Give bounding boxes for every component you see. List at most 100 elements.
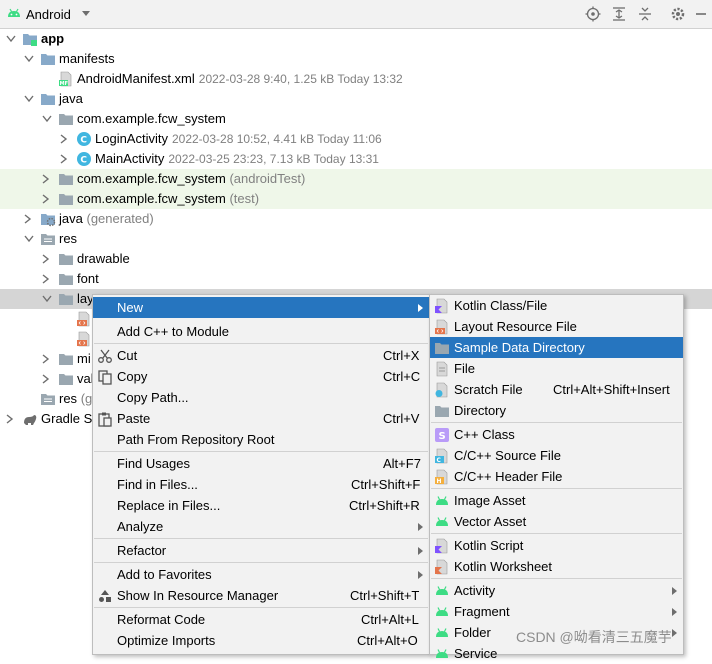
- menu-item-scratch-file[interactable]: Scratch File Ctrl+Alt+Shift+Insert: [430, 379, 683, 400]
- menu-item-directory[interactable]: Directory: [430, 400, 683, 421]
- chevron-right-icon[interactable]: [42, 254, 50, 264]
- chevron-right-icon[interactable]: [42, 374, 50, 384]
- tree-hint: (test): [229, 191, 260, 206]
- menu-item-show-in-resource-manager[interactable]: Show In Resource Manager Ctrl+Shift+T: [93, 585, 429, 606]
- menu-item-layout-resource-file[interactable]: Layout Resource File: [430, 316, 683, 337]
- chevron-right-icon[interactable]: [24, 214, 32, 224]
- submenu-arrow-icon: [418, 523, 423, 531]
- tree-item-java[interactable]: java: [0, 89, 712, 109]
- layout-file-icon: [435, 319, 448, 335]
- chevron-right-icon[interactable]: [42, 274, 50, 284]
- menu-item-kotlin-class-file[interactable]: Kotlin Class/File: [430, 295, 683, 316]
- manifest-file-icon: MF: [59, 71, 72, 87]
- chevron-right-icon[interactable]: [42, 174, 50, 184]
- menu-item-refactor[interactable]: Refactor: [93, 540, 429, 561]
- chevron-right-icon[interactable]: [60, 154, 68, 164]
- menu-item-file[interactable]: File: [430, 358, 683, 379]
- tree-item-manifests[interactable]: manifests: [0, 49, 712, 69]
- tree-item-android-manifest[interactable]: MF AndroidManifest.xml 2022-03-28 9:40, 1…: [0, 69, 712, 89]
- menu-item-find-usages[interactable]: Find Usages Alt+F7: [93, 453, 429, 474]
- hide-icon[interactable]: [693, 6, 709, 22]
- menu-item-analyze[interactable]: Analyze: [93, 516, 429, 537]
- tree-item-package-android-test[interactable]: com.example.fcw_system (androidTest): [0, 169, 712, 189]
- menu-item-sample-data-directory[interactable]: Sample Data Directory: [430, 337, 683, 358]
- tree-hint: (generated): [86, 211, 154, 226]
- menu-item-new[interactable]: New: [93, 297, 429, 318]
- menu-item-find-in-files[interactable]: Find in Files... Ctrl+Shift+F: [93, 474, 429, 495]
- chevron-down-icon[interactable]: [42, 115, 52, 123]
- tree-label: MainActivity 2022-03-25 23:23, 7.13 kB To…: [95, 151, 379, 166]
- submenu-arrow-icon: [418, 304, 423, 312]
- tree-item-drawable[interactable]: drawable: [0, 249, 712, 269]
- chevron-down-icon[interactable]: [24, 235, 34, 243]
- tree-item-package-test[interactable]: com.example.fcw_system (test): [0, 189, 712, 209]
- chevron-right-icon[interactable]: [60, 134, 68, 144]
- tree-item-java-generated[interactable]: java (generated): [0, 209, 712, 229]
- android-icon: [436, 586, 448, 595]
- chevron-down-icon[interactable]: [6, 35, 16, 43]
- chevron-down-icon[interactable]: [81, 10, 91, 18]
- tree-item-login-activity[interactable]: C LoginActivity 2022-03-28 10:52, 4.41 kB…: [0, 129, 712, 149]
- menu-item-paste[interactable]: Paste Ctrl+V: [93, 408, 429, 429]
- menu-item-copy[interactable]: Copy Ctrl+C: [93, 366, 429, 387]
- menu-item-kotlin-worksheet[interactable]: Kotlin Worksheet: [430, 556, 683, 577]
- tree-label: res: [59, 231, 78, 246]
- expand-all-icon[interactable]: [611, 6, 627, 22]
- menu-item-cpp-class[interactable]: S C++ Class: [430, 424, 683, 445]
- menu-item-cpp-source-file[interactable]: C C/C++ Source File: [430, 445, 683, 466]
- chevron-down-icon[interactable]: [24, 95, 34, 103]
- menu-item-activity[interactable]: Activity: [430, 580, 683, 601]
- android-icon: [436, 496, 448, 505]
- generated-folder-icon: [41, 214, 56, 227]
- menu-item-path-from-repo[interactable]: Path From Repository Root: [93, 429, 429, 450]
- folder-icon: [59, 374, 73, 385]
- resource-manager-icon: [99, 590, 111, 602]
- tree-item-package-main[interactable]: com.example.fcw_system: [0, 109, 712, 129]
- menu-item-vector-asset[interactable]: Vector Asset: [430, 511, 683, 532]
- package-icon: [59, 174, 73, 185]
- menu-item-image-asset[interactable]: Image Asset: [430, 490, 683, 511]
- android-icon: [436, 649, 448, 658]
- tree-item-main-activity[interactable]: C MainActivity 2022-03-25 23:23, 7.13 kB …: [0, 149, 712, 169]
- menu-separator: [431, 533, 682, 534]
- menu-item-add-to-favorites[interactable]: Add to Favorites: [93, 564, 429, 585]
- chevron-right-icon[interactable]: [6, 414, 14, 424]
- locate-icon[interactable]: [585, 6, 601, 22]
- svg-text:S: S: [439, 431, 446, 442]
- menu-item-cpp-header-file[interactable]: H C/C++ Header File: [430, 466, 683, 487]
- watermark: CSDN @呦看清三五魔芋: [516, 629, 672, 645]
- collapse-all-icon[interactable]: [637, 6, 653, 22]
- source-folder-icon: [41, 94, 55, 105]
- package-icon: [59, 194, 73, 205]
- tree-item-res[interactable]: res: [0, 229, 712, 249]
- file-meta: 2022-03-25 23:23, 7.13 kB Today 13:31: [168, 152, 379, 166]
- menu-item-cut[interactable]: Cut Ctrl+X: [93, 345, 429, 366]
- menu-item-add-cpp[interactable]: Add C++ to Module: [93, 321, 429, 342]
- project-toolbar: Android: [0, 0, 712, 29]
- chevron-down-icon[interactable]: [24, 55, 34, 63]
- menu-item-fragment[interactable]: Fragment: [430, 601, 683, 622]
- new-submenu: Kotlin Class/File Layout Resource File S…: [429, 294, 684, 661]
- tree-item-app[interactable]: app: [0, 29, 712, 49]
- project-view-selector[interactable]: Android: [26, 7, 71, 22]
- menu-item-kotlin-script[interactable]: Kotlin Script: [430, 535, 683, 556]
- submenu-arrow-icon: [418, 547, 423, 555]
- folder-icon: [59, 294, 73, 305]
- menu-item-copy-path[interactable]: Copy Path...: [93, 387, 429, 408]
- android-icon: [436, 628, 448, 637]
- kotlin-script-icon: [435, 538, 448, 554]
- layout-file-icon: [77, 331, 90, 347]
- cpp-header-icon: H: [435, 469, 448, 485]
- chevron-right-icon[interactable]: [42, 194, 50, 204]
- package-icon: [59, 114, 73, 125]
- tree-label: manifests: [59, 51, 115, 66]
- menu-item-reformat-code[interactable]: Reformat Code Ctrl+Alt+L: [93, 609, 429, 630]
- menu-item-replace-in-files[interactable]: Replace in Files... Ctrl+Shift+R: [93, 495, 429, 516]
- tree-item-font[interactable]: font: [0, 269, 712, 289]
- chevron-right-icon[interactable]: [42, 354, 50, 364]
- gradle-icon: [24, 415, 37, 425]
- menu-separator: [94, 607, 428, 608]
- chevron-down-icon[interactable]: [42, 295, 52, 303]
- menu-item-optimize-imports[interactable]: Optimize Imports Ctrl+Alt+O: [93, 630, 429, 651]
- gear-icon[interactable]: [670, 6, 686, 22]
